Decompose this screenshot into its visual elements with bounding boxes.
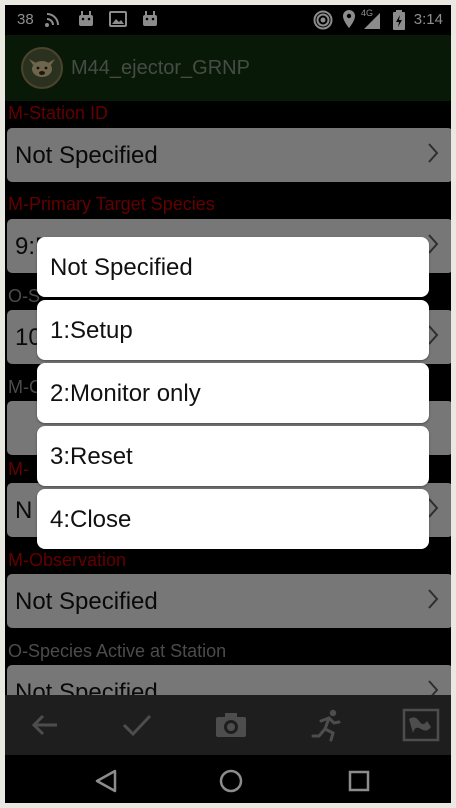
phone-screen: 38 4G 3:14 M44_ejector_GRNP M-Station ID…	[5, 5, 451, 803]
option-close[interactable]: 4:Close	[37, 489, 429, 549]
option-setup[interactable]: 1:Setup	[37, 300, 429, 360]
option-label: 2:Monitor only	[50, 380, 201, 407]
option-monitor-only[interactable]: 2:Monitor only	[37, 363, 429, 423]
option-label: 1:Setup	[50, 317, 133, 344]
option-label: 4:Close	[50, 506, 132, 533]
option-reset[interactable]: 3:Reset	[37, 426, 429, 486]
option-label: 3:Reset	[50, 443, 133, 470]
option-label: Not Specified	[50, 254, 193, 281]
option-not-specified[interactable]: Not Specified	[37, 237, 429, 297]
